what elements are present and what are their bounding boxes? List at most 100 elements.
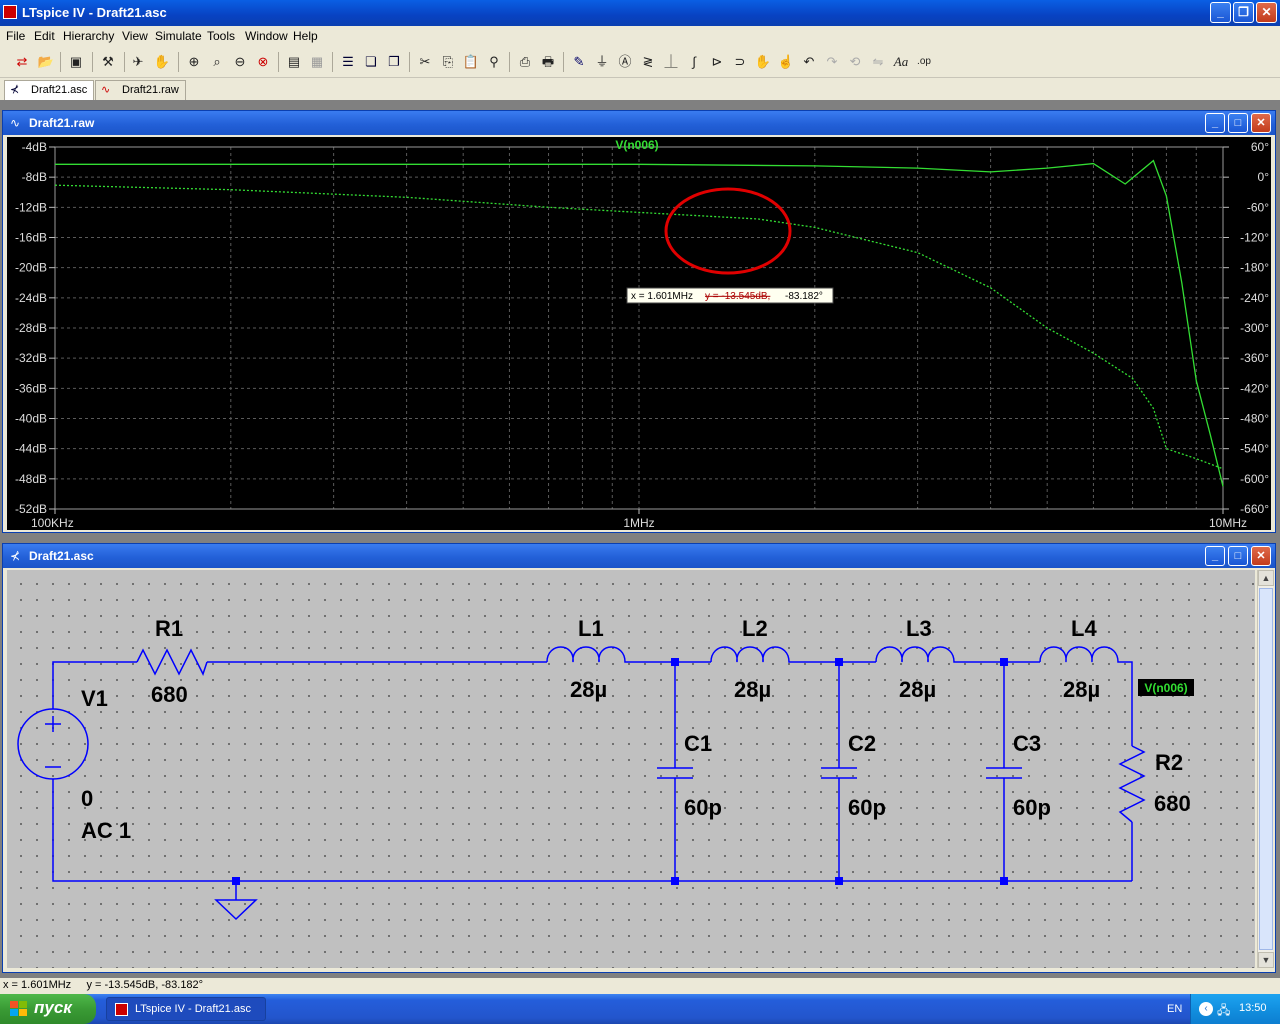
r1-value[interactable]: 680	[151, 682, 188, 707]
diode-icon[interactable]: ⊳	[707, 52, 727, 72]
inductor-l2[interactable]	[710, 646, 801, 663]
r2-value[interactable]: 680	[1154, 791, 1191, 816]
inductor-l3[interactable]	[875, 646, 966, 663]
run-icon[interactable]: ⇄	[12, 52, 32, 72]
r2-name[interactable]: R2	[1155, 750, 1183, 775]
menu-window[interactable]: Window	[245, 29, 288, 43]
component-icon[interactable]: ⊃	[730, 52, 750, 72]
capacitor-icon[interactable]: ⏊	[661, 52, 681, 72]
drag-icon[interactable]: ☝	[776, 52, 796, 72]
zoom-cancel-icon[interactable]: ⊗	[253, 52, 273, 72]
menu-help[interactable]: Help	[293, 29, 318, 43]
vertical-scrollbar[interactable]: ▲ ▼	[1257, 570, 1274, 968]
l3-value[interactable]: 28µ	[899, 677, 936, 702]
l3-name[interactable]: L3	[906, 616, 932, 641]
r1-name[interactable]: R1	[155, 616, 183, 641]
wire-icon[interactable]: ✎	[569, 52, 589, 72]
wire[interactable]	[52, 779, 1132, 882]
tab-schematic[interactable]: ⊀ Draft21.asc	[4, 80, 95, 100]
run-simulation-icon[interactable]: ✈	[128, 52, 148, 72]
inductor-l4[interactable]	[1039, 646, 1130, 663]
zoom-area-icon[interactable]: ⌕	[207, 52, 227, 72]
text-icon[interactable]: Aa	[891, 52, 911, 72]
zoom-in-icon[interactable]: ⊕	[184, 52, 204, 72]
ground-icon[interactable]: ⏚	[592, 52, 612, 72]
autorange-icon[interactable]: ▤	[284, 52, 304, 72]
capacitor-c1[interactable]	[657, 767, 693, 779]
find-icon[interactable]: ⚲	[484, 52, 504, 72]
l4-name[interactable]: L4	[1071, 616, 1097, 641]
l1-name[interactable]: L1	[578, 616, 604, 641]
c1-name[interactable]: C1	[684, 731, 712, 756]
move-icon[interactable]: ✋	[753, 52, 773, 72]
halt-icon[interactable]: ✋	[152, 52, 172, 72]
paste-icon[interactable]: 📋	[461, 52, 481, 72]
wire[interactable]	[52, 661, 137, 669]
taskbar-item-ltspice[interactable]: LTspice IV - Draft21.asc	[106, 997, 266, 1021]
resistor-r2[interactable]	[1118, 745, 1146, 823]
waveform-plot-area[interactable]: -4dB -8dB -12dB -16dB -20dB -24dB -28dB -32dB -3…	[7, 137, 1271, 530]
net-label[interactable]: V(n006)	[1144, 681, 1187, 695]
wire[interactable]	[1130, 661, 1133, 746]
open-icon[interactable]: 📂	[36, 52, 56, 72]
c3-name[interactable]: C3	[1013, 731, 1041, 756]
v1-name[interactable]: V1	[81, 686, 108, 711]
trace-label[interactable]: V(n006)	[615, 138, 658, 152]
ltspice-app-icon[interactable]	[3, 5, 17, 19]
label-icon[interactable]: Ⓐ	[615, 52, 635, 72]
clock[interactable]: 13:50	[1239, 1002, 1267, 1014]
spice-directive-icon[interactable]: .op	[914, 52, 934, 72]
tray-expand-icon[interactable]: ‹	[1199, 1002, 1213, 1016]
menu-edit[interactable]: Edit	[34, 29, 55, 43]
c3-value[interactable]: 60p	[1013, 795, 1051, 820]
inductor-icon[interactable]: ∫	[684, 52, 704, 72]
zoom-out-icon[interactable]: ⊖	[230, 52, 250, 72]
l2-value[interactable]: 28µ	[734, 677, 771, 702]
rotate-icon[interactable]: ⟲	[845, 52, 865, 72]
schematic-close-button[interactable]: ✕	[1251, 546, 1271, 566]
menu-view[interactable]: View	[122, 29, 148, 43]
control-panel-icon[interactable]: ⚒	[98, 52, 118, 72]
schematic-minimize-button[interactable]: _	[1205, 546, 1225, 566]
menu-simulate[interactable]: Simulate	[155, 29, 202, 43]
schematic-drawing[interactable]: V(n006) R1 680 V1 0 AC 1 L1 28µ L2 28µ L…	[7, 570, 1255, 968]
waveform-close-button[interactable]: ✕	[1251, 113, 1271, 133]
redo-icon[interactable]: ↷	[822, 52, 842, 72]
language-indicator[interactable]: EN	[1167, 1003, 1182, 1015]
waveform-chart[interactable]: -4dB -8dB -12dB -16dB -20dB -24dB -28dB -32dB -3…	[7, 137, 1271, 530]
menu-hierarchy[interactable]: Hierarchy	[63, 29, 114, 43]
waveform-maximize-button[interactable]: □	[1228, 113, 1248, 133]
tile-icon[interactable]: ❐	[384, 52, 404, 72]
l2-name[interactable]: L2	[742, 616, 768, 641]
scroll-down-arrow[interactable]: ▼	[1258, 952, 1274, 968]
tab-waveform[interactable]: ∿ Draft21.raw	[95, 80, 186, 100]
print-icon[interactable]: 🖶	[538, 52, 558, 72]
menu-tools[interactable]: Tools	[207, 29, 235, 43]
scroll-thumb[interactable]	[1259, 588, 1273, 950]
inductor-l1[interactable]	[546, 646, 637, 663]
scroll-up-arrow[interactable]: ▲	[1258, 570, 1274, 586]
schematic-maximize-button[interactable]: □	[1228, 546, 1248, 566]
maximize-button[interactable]: ❐	[1233, 2, 1254, 23]
print-preview-icon[interactable]: ⎙	[515, 52, 535, 72]
capacitor-c3[interactable]	[986, 767, 1022, 779]
mirror-icon[interactable]: ⇋	[868, 52, 888, 72]
grid-icon[interactable]: ▦	[307, 52, 327, 72]
cut-icon[interactable]: ✂	[415, 52, 435, 72]
resistor-icon[interactable]: ≷	[638, 52, 658, 72]
undo-icon[interactable]: ↶	[799, 52, 819, 72]
schematic-canvas[interactable]: V(n006) R1 680 V1 0 AC 1 L1 28µ L2 28µ L…	[7, 570, 1255, 968]
resistor-r1[interactable]	[136, 648, 208, 676]
network-icon[interactable]: 🖧	[1217, 1001, 1230, 1022]
waveform-minimize-button[interactable]: _	[1205, 113, 1225, 133]
c2-name[interactable]: C2	[848, 731, 876, 756]
l4-value[interactable]: 28µ	[1063, 677, 1100, 702]
start-button[interactable]: пуск	[0, 994, 96, 1024]
ground-symbol[interactable]	[214, 899, 258, 921]
capacitor-c2[interactable]	[821, 767, 857, 779]
l1-value[interactable]: 28µ	[570, 677, 607, 702]
v1-value[interactable]: 0	[81, 786, 93, 811]
c2-value[interactable]: 60p	[848, 795, 886, 820]
copy-icon[interactable]: ⎘	[438, 52, 458, 72]
c1-value[interactable]: 60p	[684, 795, 722, 820]
